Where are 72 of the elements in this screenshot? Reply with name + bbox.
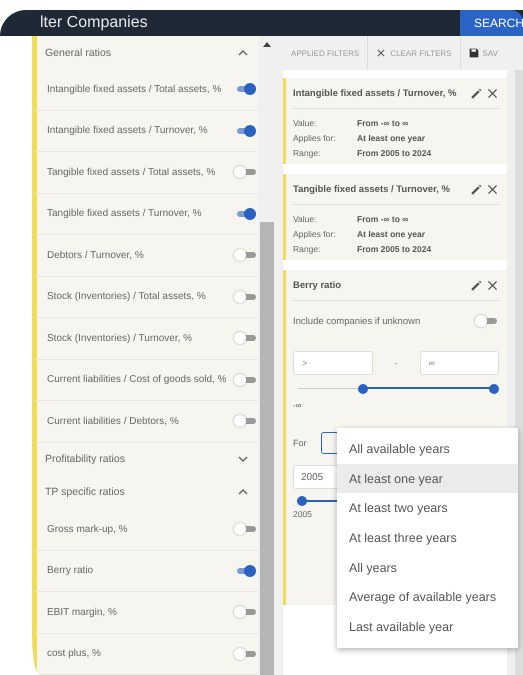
toggle-switch[interactable] bbox=[234, 606, 256, 618]
ratio-label: Gross mark-up, % bbox=[47, 522, 129, 536]
toggle-switch[interactable] bbox=[234, 374, 256, 386]
close-icon[interactable] bbox=[486, 182, 499, 196]
year-label: 2005 bbox=[293, 509, 312, 519]
menu-option[interactable]: At least three years bbox=[337, 523, 518, 553]
ratio-label: Current liabilities / Debtors, % bbox=[47, 414, 180, 428]
search-button[interactable]: SEARCH bbox=[460, 10, 523, 36]
menu-option[interactable]: All available years bbox=[337, 434, 518, 464]
ratio-label: Berry ratio bbox=[47, 564, 94, 578]
toggle-switch[interactable] bbox=[234, 290, 256, 303]
field-label: Value: bbox=[293, 118, 318, 128]
toggle-switch[interactable] bbox=[234, 166, 256, 178]
group-title: Profitability ratios bbox=[45, 453, 126, 466]
menu-option[interactable]: All years bbox=[337, 552, 518, 582]
ratio-label: Debtors / Turnover, % bbox=[47, 248, 145, 262]
chevron-up-icon[interactable] bbox=[238, 488, 248, 496]
ratio-label: Stock (Inventories) / Total assets, % bbox=[47, 290, 207, 304]
field-label: Value: bbox=[293, 214, 318, 224]
toggle-switch[interactable] bbox=[234, 332, 256, 344]
toggle-switch[interactable] bbox=[234, 523, 256, 536]
field-value: From 2005 to 2024 bbox=[357, 148, 432, 158]
pencil-icon[interactable] bbox=[470, 86, 483, 100]
slider-thumb[interactable] bbox=[297, 496, 307, 506]
ratio-label: cost plus, % bbox=[47, 647, 102, 660]
menu-option[interactable]: At least one year bbox=[337, 464, 518, 494]
menu-option[interactable]: Average of available years bbox=[337, 582, 518, 612]
close-icon[interactable] bbox=[486, 278, 499, 292]
field-value: From -∞ to ∞ bbox=[357, 214, 410, 224]
filter-title: Berry ratio bbox=[293, 280, 342, 290]
toggle-switch[interactable] bbox=[234, 648, 256, 660]
pencil-icon[interactable] bbox=[470, 182, 483, 196]
field-value: At least one year bbox=[357, 133, 426, 143]
max-value-field[interactable]: ∞ bbox=[420, 351, 499, 375]
group-title: General ratios bbox=[45, 46, 112, 59]
field-label: Range: bbox=[293, 148, 322, 158]
ratio-label: Current liabilities / Cost of goods sold, % bbox=[47, 373, 228, 386]
field-value: From -∞ to ∞ bbox=[357, 118, 410, 128]
pencil-icon[interactable] bbox=[470, 278, 483, 292]
ratio-label: Stock (Inventories) / Turnover, % bbox=[47, 332, 194, 345]
chevron-up-icon[interactable] bbox=[238, 48, 248, 57]
ratio-label: Tangible fixed assets / Total assets, % bbox=[47, 166, 216, 179]
slider-min-label: -∞ bbox=[293, 401, 302, 410]
scroll-up-icon[interactable] bbox=[262, 42, 270, 47]
include-label: Include companies if unknown bbox=[293, 316, 422, 326]
field-value: At least one year bbox=[357, 229, 426, 239]
slider-thumb[interactable] bbox=[358, 384, 368, 394]
min-value-field[interactable]: > bbox=[293, 351, 372, 375]
field-value: From 2005 to 2024 bbox=[357, 244, 432, 254]
close-icon bbox=[376, 48, 386, 58]
chevron-down-icon[interactable] bbox=[238, 455, 248, 464]
menu-option[interactable]: Last available year bbox=[337, 612, 518, 642]
ratio-label: Tangible fixed assets / Turnover, % bbox=[47, 207, 203, 220]
menu-option[interactable]: At least two years bbox=[337, 493, 518, 524]
window-title: lter Companies bbox=[39, 14, 149, 32]
ratio-label: Intangible fixed assets / Turnover, % bbox=[47, 124, 209, 138]
toggle-switch[interactable] bbox=[234, 249, 256, 262]
group-title: TP specific ratios bbox=[45, 486, 126, 498]
ratio-label: EBIT margin, % bbox=[47, 606, 118, 619]
range-separator: - bbox=[394, 358, 398, 368]
slider-thumb[interactable] bbox=[489, 384, 499, 394]
filter-title: Tangible fixed assets / Turnover, % bbox=[293, 184, 451, 194]
for-label: For bbox=[293, 438, 306, 448]
field-label: Applies for: bbox=[293, 229, 337, 239]
field-label: Range: bbox=[293, 244, 322, 254]
ratio-label: Intangible fixed assets / Total assets, % bbox=[47, 82, 222, 96]
filter-title: Intangible fixed assets / Turnover, % bbox=[293, 88, 458, 98]
toggle-switch[interactable] bbox=[475, 315, 497, 327]
field-label: Applies for: bbox=[293, 133, 337, 143]
toggle-switch[interactable] bbox=[234, 415, 256, 428]
close-icon[interactable] bbox=[486, 86, 499, 100]
scrollbar[interactable] bbox=[258, 36, 275, 675]
